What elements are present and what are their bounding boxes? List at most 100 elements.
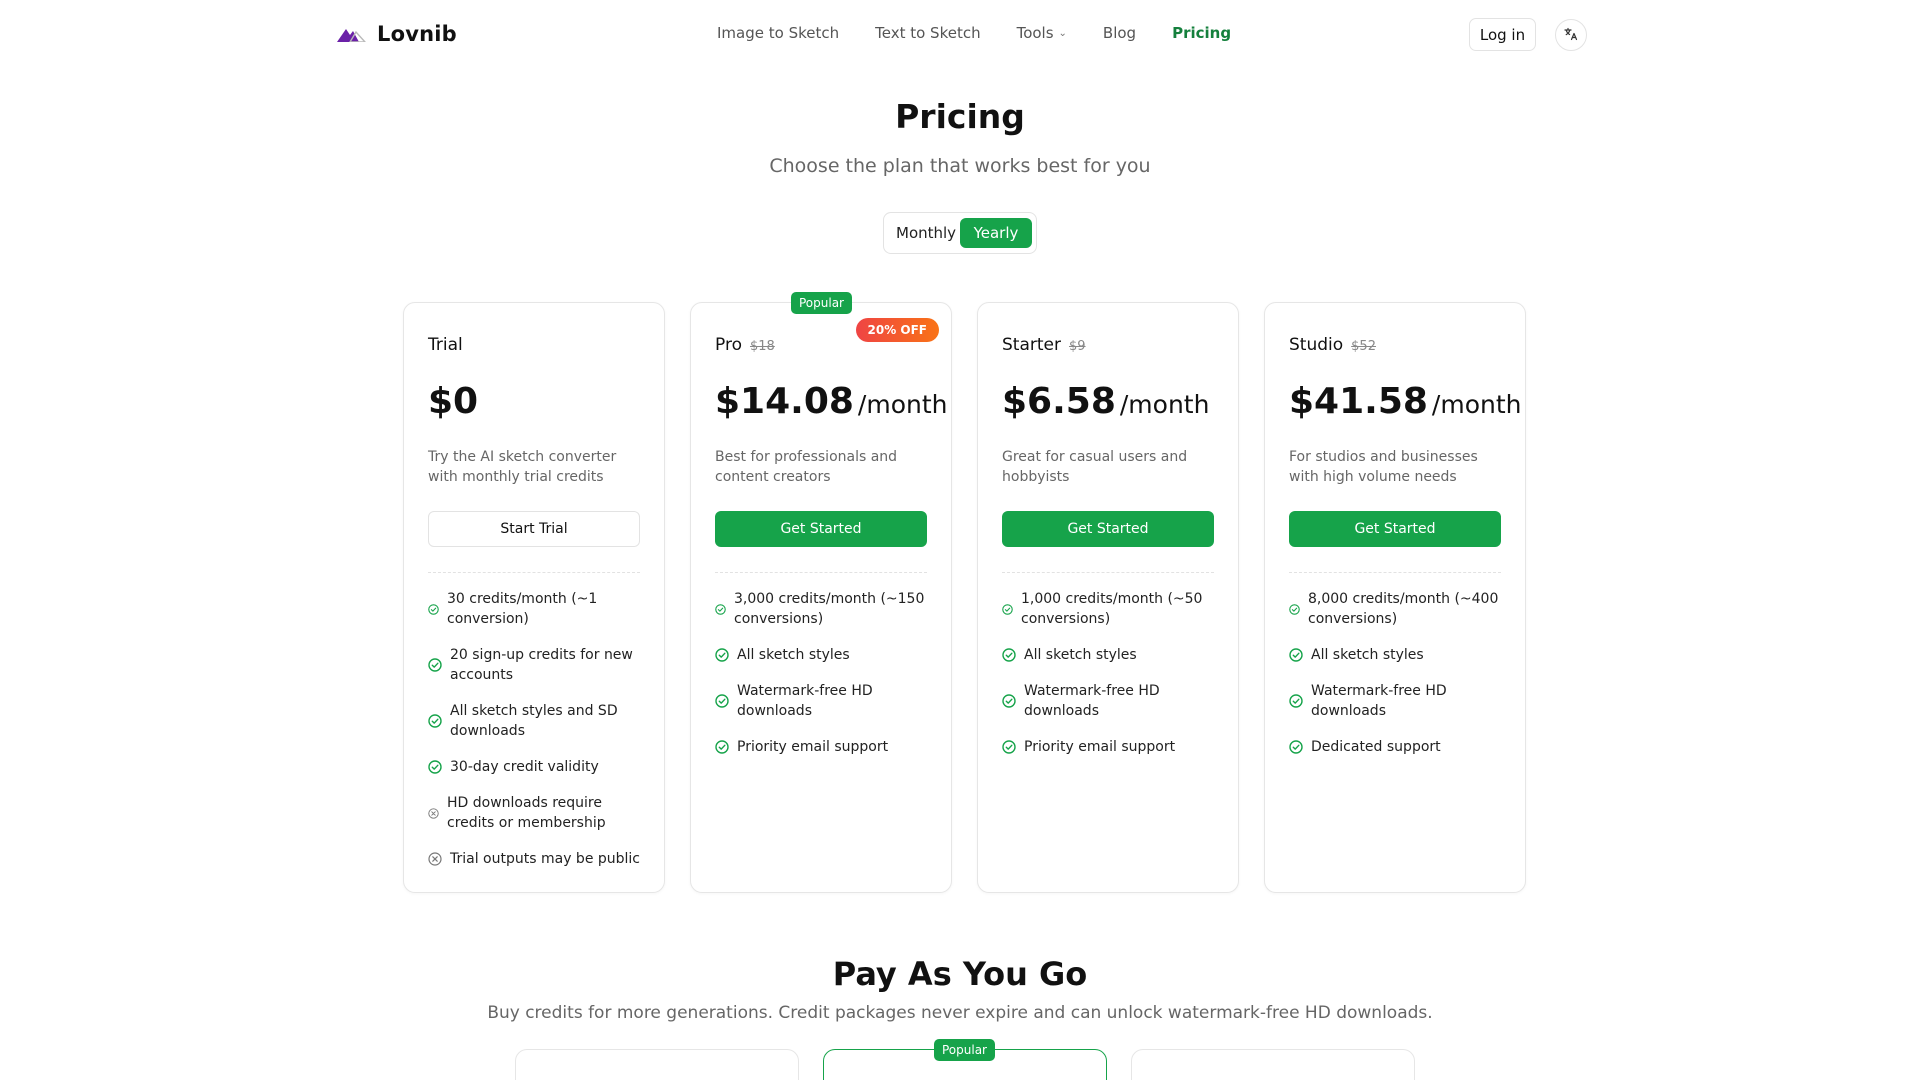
- check-circle-icon: [1289, 648, 1303, 662]
- plan-title: Pro: [715, 335, 742, 355]
- check-circle-icon: [1289, 694, 1303, 708]
- pro-cta-button[interactable]: Get Started: [715, 511, 927, 547]
- brand-name: Lovnib: [377, 22, 457, 46]
- feature-item: 30 credits/month (~1 conversion): [428, 589, 640, 629]
- plan-name: Trial: [428, 335, 463, 355]
- feature-text: Trial outputs may be public: [450, 851, 641, 867]
- feature-item: 20 sign-up credits for new accounts: [428, 645, 640, 685]
- feature-text: Watermark-free HD downloads: [1024, 683, 1160, 719]
- nav-label: Pricing: [1172, 24, 1232, 42]
- plan-card-studio: Studio $52 $41.58/month For studios and bus…: [1264, 302, 1526, 893]
- price-amount: $41.58: [1289, 381, 1428, 422]
- plan-title: Starter: [1002, 335, 1061, 355]
- feature-text: 1,000 credits/month (~50 conversions): [1021, 591, 1203, 627]
- feature-item: All sketch styles: [715, 645, 927, 665]
- old-price: $9: [1068, 339, 1086, 354]
- price-amount: $6.58: [1002, 381, 1116, 422]
- feature-item: All sketch styles: [1289, 645, 1501, 665]
- feature-item: All sketch styles: [1002, 645, 1214, 665]
- billing-toggle: Monthly Yearly: [883, 212, 1037, 254]
- feature-text: All sketch styles: [737, 647, 850, 663]
- price-amount: $0: [428, 381, 479, 422]
- toggle-yearly[interactable]: Yearly: [960, 218, 1032, 248]
- chevron-down-icon: ⌄: [1058, 27, 1067, 39]
- check-circle-icon: [715, 740, 729, 754]
- feature-item: Watermark-free HD downloads: [715, 681, 927, 721]
- page-title: Pricing: [895, 97, 1025, 136]
- plan-card-pro: Popular 20% OFF Pro $18 $14.08/month Best for…: [690, 292, 952, 893]
- nav-tools-dropdown[interactable]: Tools ⌄: [1017, 24, 1067, 42]
- check-circle-icon: [1002, 603, 1013, 615]
- feature-item: Priority email support: [1002, 737, 1214, 757]
- check-circle-icon: [1002, 694, 1016, 708]
- translate-icon: [1564, 27, 1578, 44]
- check-circle-icon: [428, 760, 442, 774]
- plan-price: $0: [428, 381, 478, 422]
- studio-cta-button[interactable]: Get Started: [1289, 511, 1501, 547]
- price-unit: /month: [1431, 390, 1522, 419]
- nav-text-to-sketch[interactable]: Text to Sketch: [875, 24, 980, 42]
- feature-item: 1,000 credits/month (~50 conversions): [1002, 589, 1214, 629]
- popular-badge: Popular: [934, 1039, 995, 1061]
- feature-item: 8,000 credits/month (~400 conversions): [1289, 589, 1501, 629]
- payg-card[interactable]: [515, 1049, 799, 1080]
- check-circle-icon: [428, 658, 442, 672]
- card-divider: [1002, 572, 1214, 573]
- feature-item: Watermark-free HD downloads: [1002, 681, 1214, 721]
- discount-badge: 20% OFF: [855, 318, 939, 342]
- nav-label: Blog: [1102, 24, 1137, 42]
- feature-text: HD downloads require credits or membersh…: [447, 795, 606, 831]
- feature-list: 30 credits/month (~1 conversion) 20 sign-…: [428, 589, 640, 885]
- plan-title: Studio: [1289, 335, 1344, 355]
- payg-card-popular[interactable]: Popular: [823, 1039, 1107, 1080]
- check-circle-icon: [428, 714, 442, 728]
- nav-label: Tools: [1016, 24, 1054, 42]
- site-header: Lovnib Image to Sketch Text to Sketch To…: [0, 0, 1920, 68]
- page-subtitle: Choose the plan that works best for you: [769, 155, 1151, 177]
- plan-card-trial: Trial $0 Try the AI sketch converter with …: [403, 302, 665, 893]
- feature-list: 1,000 credits/month (~50 conversions) All…: [1002, 589, 1214, 773]
- popular-badge: Popular: [791, 292, 852, 314]
- plan-card-starter: Starter $9 $6.58/month Great for casual use…: [977, 302, 1239, 893]
- payg-card[interactable]: [1131, 1049, 1415, 1080]
- card-divider: [428, 572, 640, 573]
- trial-cta-button[interactable]: Start Trial: [428, 511, 640, 547]
- price-amount: $14.08: [715, 381, 854, 422]
- feature-item: All sketch styles and SD downloads: [428, 701, 640, 741]
- feature-text: Priority email support: [1024, 739, 1176, 755]
- card-divider: [1289, 572, 1501, 573]
- toggle-monthly[interactable]: Monthly: [896, 224, 956, 242]
- plan-name: Studio $52: [1289, 335, 1376, 355]
- check-circle-icon: [1002, 648, 1016, 662]
- old-price: $18: [749, 339, 775, 354]
- login-button[interactable]: Log in: [1469, 18, 1536, 51]
- check-circle-icon: [715, 648, 729, 662]
- nav-image-to-sketch[interactable]: Image to Sketch: [717, 24, 839, 42]
- plan-description: Great for casual users and hobbyists: [1002, 449, 1188, 485]
- card-divider: [715, 572, 927, 573]
- starter-cta-button[interactable]: Get Started: [1002, 511, 1214, 547]
- feature-item: 3,000 credits/month (~150 conversions): [715, 589, 927, 629]
- main-nav: Image to Sketch Text to Sketch Tools ⌄ Bl…: [717, 24, 1267, 42]
- brand-logo[interactable]: Lovnib: [337, 22, 457, 46]
- x-circle-icon: [428, 852, 442, 866]
- check-circle-icon: [428, 603, 439, 615]
- feature-text: Watermark-free HD downloads: [737, 683, 873, 719]
- check-circle-icon: [1289, 740, 1303, 754]
- feature-item: HD downloads require credits or membersh…: [428, 793, 640, 833]
- plan-name: Pro $18: [715, 335, 775, 355]
- feature-text: Dedicated support: [1311, 739, 1441, 755]
- plan-price: $14.08/month: [715, 381, 948, 422]
- plan-description: Best for professionals and content creat…: [715, 449, 898, 485]
- feature-text: 20 sign-up credits for new accounts: [450, 647, 633, 683]
- feature-text: All sketch styles: [1311, 647, 1424, 663]
- nav-label: Text to Sketch: [875, 24, 981, 42]
- feature-text: 8,000 credits/month (~400 conversions): [1308, 591, 1499, 627]
- nav-pricing[interactable]: Pricing: [1172, 24, 1231, 42]
- feature-item: Trial outputs may be public: [428, 849, 640, 869]
- feature-text: Watermark-free HD downloads: [1311, 683, 1447, 719]
- feature-item: Dedicated support: [1289, 737, 1501, 757]
- price-unit: /month: [1119, 390, 1210, 419]
- nav-blog[interactable]: Blog: [1103, 24, 1136, 42]
- language-button[interactable]: [1555, 19, 1587, 51]
